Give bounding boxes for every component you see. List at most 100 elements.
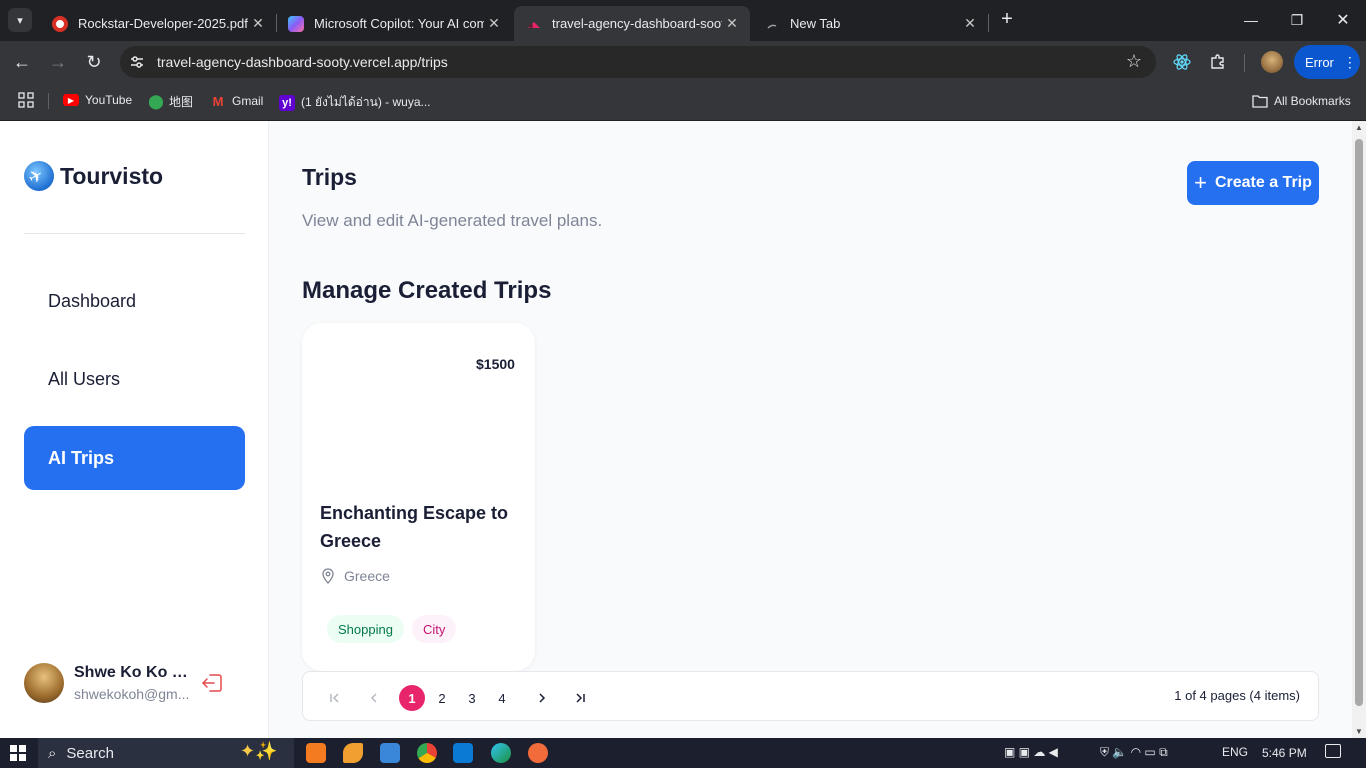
- vercel-icon: [526, 16, 542, 32]
- bookmark-star-icon[interactable]: ☆: [1126, 51, 1142, 72]
- yahoo-icon: y!: [279, 94, 295, 111]
- folder-icon: [1252, 93, 1268, 109]
- sidebar-item-all-users[interactable]: All Users: [24, 347, 245, 411]
- logo-text: Tourvisto: [60, 162, 164, 189]
- tab-title: Rockstar-Developer-2025.pdf: [78, 16, 248, 31]
- react-devtools-icon[interactable]: [1171, 51, 1193, 73]
- tray-system-icons[interactable]: ⛨ 🔈 ◠ ▭ ⧉: [1100, 745, 1168, 760]
- trip-location: Greece: [320, 568, 390, 584]
- tag-chip: Shopping: [327, 615, 404, 643]
- bookmark-label: (1 ยังไม่ได้อ่าน) - wuya...: [301, 95, 431, 109]
- site-info-icon[interactable]: [128, 53, 146, 71]
- windows-start-icon[interactable]: [10, 745, 26, 761]
- first-page-button[interactable]: [322, 686, 348, 710]
- tab-title: New Tab: [790, 16, 841, 31]
- edge-icon[interactable]: [491, 743, 511, 763]
- forward-button[interactable]: →: [46, 50, 70, 74]
- bookmark-yahoo[interactable]: y! (1 ยังไม่ได้อ่าน) - wuya...: [279, 93, 431, 112]
- trip-location-text: Greece: [344, 568, 390, 584]
- address-bar[interactable]: travel-agency-dashboard-sooty.vercel.app…: [120, 46, 1156, 78]
- next-page-button[interactable]: [529, 686, 555, 710]
- close-icon[interactable]: ✕: [248, 15, 268, 32]
- page-button[interactable]: 4: [489, 686, 515, 710]
- minimize-button[interactable]: —: [1228, 0, 1274, 40]
- close-icon[interactable]: ✕: [960, 15, 980, 32]
- page-button[interactable]: 1: [399, 685, 425, 711]
- trip-name: Enchanting Escape to Greece: [320, 503, 509, 551]
- gmail-icon: M: [212, 93, 224, 109]
- page-button[interactable]: 2: [429, 686, 455, 710]
- chrome-taskbar-icon[interactable]: [417, 743, 437, 763]
- prev-page-button[interactable]: [361, 686, 387, 710]
- sidebar-divider: [24, 233, 245, 234]
- user-profile: Shwe Ko Ko H... shwekokoh@gm...: [24, 663, 192, 703]
- close-icon[interactable]: ✕: [484, 15, 504, 32]
- tab-pdf[interactable]: Rockstar-Developer-2025.pdf ✕: [40, 6, 276, 41]
- windows-taskbar: ⌕ Search ✦✨ ▣ ▣ ☁ ◀ ⛨ 🔈 ◠ ▭ ⧉ ENG 5:46 P…: [0, 738, 1366, 768]
- back-button[interactable]: ←: [10, 50, 34, 74]
- globe-plane-icon: ✈: [24, 161, 54, 191]
- notification-icon[interactable]: [1325, 744, 1341, 758]
- restore-button[interactable]: ❐: [1274, 0, 1320, 40]
- scrollbar-thumb[interactable]: [1355, 139, 1363, 706]
- desktop-app-icon[interactable]: [380, 743, 400, 763]
- new-tab-button[interactable]: +: [996, 9, 1018, 31]
- browser-tabstrip: ▾ Rockstar-Developer-2025.pdf ✕ Microsof…: [0, 0, 1366, 41]
- extensions-puzzle-icon[interactable]: [1207, 51, 1229, 73]
- language-indicator[interactable]: ENG: [1222, 745, 1248, 759]
- tray-app-icons[interactable]: ▣ ▣ ☁ ◀: [1004, 745, 1058, 759]
- scroll-up-icon[interactable]: ▲: [1355, 123, 1363, 132]
- pagination: 1 2 3 4 1 of 4 pages (4 items): [302, 671, 1319, 721]
- more-menu-icon: ⋮: [1342, 53, 1357, 70]
- copilot-icon: [288, 15, 304, 32]
- page-scrollbar[interactable]: ▲ ▼: [1352, 121, 1366, 738]
- sparkle-icon[interactable]: ✦✨: [240, 741, 278, 762]
- page-title: Trips: [302, 164, 357, 190]
- create-trip-button[interactable]: + Create a Trip: [1187, 161, 1319, 205]
- user-name: Shwe Ko Ko H...: [74, 664, 192, 681]
- logout-icon[interactable]: [200, 671, 224, 695]
- apps-grid-icon[interactable]: [18, 92, 34, 108]
- pdf-icon: [52, 15, 68, 32]
- avatar: [24, 663, 64, 703]
- vscode-icon[interactable]: [453, 743, 473, 763]
- tab-search-button[interactable]: ▾: [8, 8, 32, 32]
- bookmark-label: Gmail: [232, 94, 264, 108]
- bookmark-maps[interactable]: ⬤ 地图: [148, 93, 194, 110]
- browser-toolbar: ← → ↻ travel-agency-dashboard-sooty.verc…: [0, 41, 1366, 83]
- page-button[interactable]: 3: [459, 686, 485, 710]
- error-button[interactable]: Error ⋮: [1294, 45, 1360, 79]
- logo[interactable]: ✈ Tourvisto: [24, 161, 163, 191]
- toolbar-divider: [1244, 54, 1245, 72]
- postman-icon[interactable]: [528, 743, 548, 763]
- tab-new[interactable]: New Tab ✕: [752, 6, 988, 41]
- sidebar-item-ai-trips[interactable]: AI Trips: [24, 426, 245, 490]
- xampp-icon[interactable]: [306, 743, 326, 763]
- bookmark-gmail[interactable]: M Gmail: [210, 93, 264, 109]
- sidebar-item-dashboard[interactable]: Dashboard: [24, 269, 245, 333]
- file-app-icon[interactable]: [343, 743, 363, 763]
- scroll-down-icon[interactable]: ▼: [1355, 727, 1363, 736]
- profile-avatar[interactable]: [1261, 51, 1283, 73]
- url-text[interactable]: travel-agency-dashboard-sooty.vercel.app…: [157, 54, 448, 70]
- sidebar-item-label: All Users: [48, 368, 121, 389]
- chrome-icon: [764, 16, 780, 32]
- close-icon[interactable]: ✕: [722, 15, 742, 32]
- taskbar-clock[interactable]: 5:46 PM: [1262, 746, 1307, 760]
- error-label: Error: [1305, 54, 1334, 70]
- pagination-info: 1 of 4 pages (4 items): [1174, 688, 1300, 703]
- bookmark-label: 地图: [169, 95, 194, 109]
- bookmarks-bar: ▶ YouTube ⬤ 地图 M Gmail y! (1 ยังไม่ได้อ่…: [0, 83, 1366, 121]
- create-trip-label: Create a Trip: [1214, 174, 1312, 191]
- last-page-button[interactable]: [567, 686, 593, 710]
- reload-button[interactable]: ↻: [82, 50, 106, 74]
- tab-travel-agency[interactable]: travel-agency-dashboard-sooty ✕: [514, 6, 750, 41]
- bookmark-label: All Bookmarks: [1274, 94, 1351, 108]
- tab-copilot[interactable]: Microsoft Copilot: Your AI comp ✕: [276, 6, 512, 41]
- trip-card[interactable]: $1500 Enchanting Escape to Greece Greece…: [302, 323, 535, 671]
- trip-price: $1500: [470, 354, 521, 374]
- bookmark-youtube[interactable]: ▶ YouTube: [63, 93, 132, 107]
- maps-icon: ⬤: [148, 93, 164, 109]
- all-bookmarks[interactable]: All Bookmarks: [1252, 93, 1351, 109]
- close-window-button[interactable]: ✕: [1320, 0, 1366, 40]
